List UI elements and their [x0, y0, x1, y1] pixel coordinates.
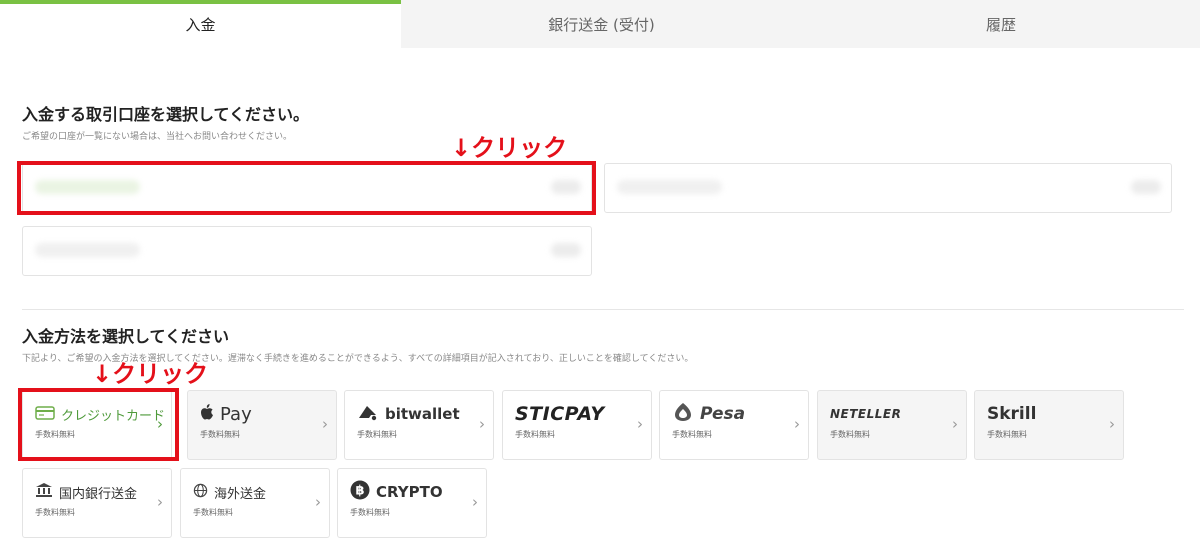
method-fee: 手数料無料: [350, 508, 390, 517]
method-domestic-bank[interactable]: 国内銀行送金 手数料無料 ›: [22, 468, 172, 538]
method-fee: 手数料無料: [672, 430, 712, 439]
bank-icon: [35, 482, 53, 502]
account-card-2[interactable]: [604, 163, 1172, 213]
chevron-right-icon: ›: [157, 493, 163, 511]
method-credit-card[interactable]: クレジットカード 手数料無料 ›: [22, 390, 172, 460]
account-name-redacted: [35, 180, 140, 194]
apple-logo-icon: [200, 404, 214, 424]
account-balance-redacted: [551, 243, 581, 257]
chevron-right-icon: ›: [1109, 415, 1115, 433]
method-pesa[interactable]: Pesa 手数料無料 ›: [659, 390, 809, 460]
method-fee: 手数料無料: [193, 508, 233, 517]
method-fee: 手数料無料: [987, 430, 1027, 439]
tab-bank-transfer[interactable]: 銀行送金 (受付): [401, 0, 802, 48]
method-fee: 手数料無料: [35, 430, 75, 439]
method-label: Skrill: [987, 404, 1037, 424]
chevron-right-icon: ›: [315, 493, 321, 511]
method-fee: 手数料無料: [830, 430, 870, 439]
chevron-right-icon: ›: [952, 415, 958, 433]
method-overseas-transfer[interactable]: 海外送金 手数料無料 ›: [180, 468, 330, 538]
account-card-3[interactable]: [22, 226, 592, 276]
method-label: STICPAY: [515, 403, 605, 425]
account-balance-redacted: [1131, 180, 1161, 194]
method-neteller[interactable]: NETELLER 手数料無料 ›: [817, 390, 967, 460]
method-fee: 手数料無料: [357, 430, 397, 439]
method-label: クレジットカード: [61, 408, 166, 424]
account-name-redacted: [617, 180, 722, 194]
method-label: NETELLER: [830, 407, 902, 421]
method-crypto[interactable]: ฿ CRYPTO 手数料無料 ›: [337, 468, 487, 538]
method-sticpay[interactable]: STICPAY 手数料無料 ›: [502, 390, 652, 460]
method-label: 国内銀行送金: [59, 486, 138, 502]
method-section-title: 入金方法を選択してください: [22, 327, 230, 346]
chevron-right-icon: ›: [637, 415, 643, 433]
method-skrill[interactable]: Skrill 手数料無料 ›: [974, 390, 1124, 460]
method-bitwallet[interactable]: bitwallet 手数料無料 ›: [344, 390, 494, 460]
method-label: bitwallet: [385, 405, 460, 423]
chevron-right-icon: ›: [157, 415, 163, 433]
method-label: Pay: [220, 403, 252, 425]
method-fee: 手数料無料: [515, 430, 555, 439]
globe-icon: [193, 483, 208, 502]
tab-history[interactable]: 履歴: [802, 0, 1200, 48]
credit-card-icon: [35, 405, 55, 424]
account-section-title: 入金する取引口座を選択してください。: [22, 105, 310, 124]
account-balance-redacted: [551, 180, 581, 194]
method-label: Pesa: [700, 404, 746, 424]
method-apple-pay[interactable]: Pay 手数料無料 ›: [187, 390, 337, 460]
chevron-right-icon: ›: [794, 415, 800, 433]
click-annotation-account: ↓クリック: [451, 134, 568, 162]
account-name-redacted: [35, 243, 140, 257]
bitcoin-icon: ฿: [350, 480, 370, 504]
chevron-right-icon: ›: [472, 493, 478, 511]
method-label: CRYPTO: [376, 483, 443, 501]
account-card-1[interactable]: [22, 163, 592, 213]
chevron-right-icon: ›: [479, 415, 485, 433]
tab-deposit[interactable]: 入金: [0, 0, 401, 48]
click-annotation-credit-card: ↓クリック: [92, 360, 209, 388]
account-section-note: ご希望の口座が一覧にない場合は、当社へお問い合わせください。: [22, 132, 293, 142]
chevron-right-icon: ›: [322, 415, 328, 433]
svg-text:฿: ฿: [355, 484, 364, 499]
method-fee: 手数料無料: [200, 430, 240, 439]
method-label: 海外送金: [214, 486, 267, 502]
pesa-logo-icon: [672, 401, 694, 427]
section-divider: [22, 309, 1184, 310]
tab-bar: 入金 銀行送金 (受付) 履歴: [0, 0, 1200, 48]
bitwallet-logo-icon: [357, 403, 379, 425]
method-fee: 手数料無料: [35, 508, 75, 517]
